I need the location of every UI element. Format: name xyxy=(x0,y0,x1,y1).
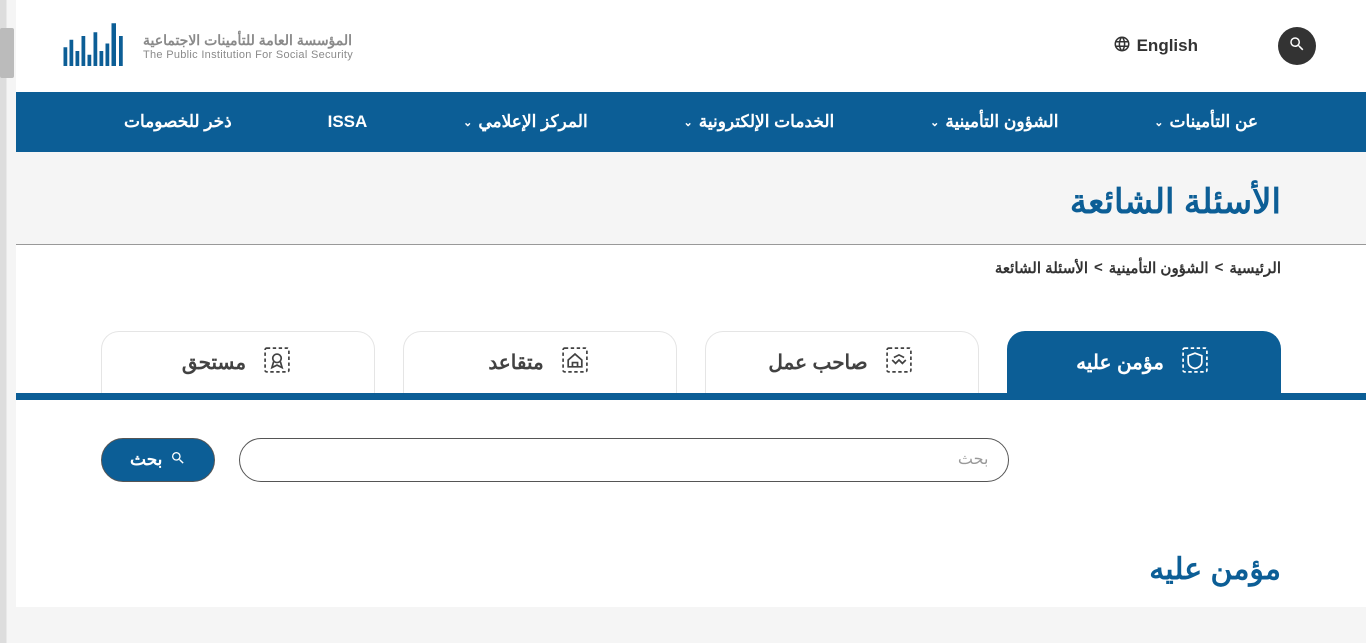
chevron-down-icon: ⌄ xyxy=(930,116,939,129)
house-icon xyxy=(558,343,592,383)
faq-search-input[interactable] xyxy=(239,438,1009,482)
tab-label: مؤمن عليه xyxy=(1076,350,1164,375)
category-tabs: مؤمن عليه صاحب عمل متقاعد xyxy=(16,301,1366,400)
breadcrumb-row: الرئيسية > الشؤون التأمينية > الأسئلة ال… xyxy=(16,244,1366,301)
nav-label: المركز الإعلامي xyxy=(478,112,587,132)
breadcrumb-separator: > xyxy=(1094,259,1103,277)
site-logo[interactable]: المؤسسة العامة للتأمينات الاجتماعية The … xyxy=(56,16,353,76)
nav-label: الخدمات الإلكترونية xyxy=(699,112,835,132)
main-navigation: عن التأمينات ⌄ الشؤون التأمينية ⌄ الخدما… xyxy=(16,92,1366,152)
breadcrumb-current: الأسئلة الشائعة xyxy=(995,259,1088,277)
shield-icon xyxy=(1178,343,1212,383)
faq-search-button[interactable]: بحث xyxy=(101,438,215,482)
header-search-button[interactable] xyxy=(1278,27,1316,65)
language-label: English xyxy=(1137,36,1198,56)
globe-icon xyxy=(1113,35,1131,58)
tab-label: مستحق xyxy=(182,350,246,375)
section-row: مؤمن عليه xyxy=(16,532,1366,607)
handshake-icon xyxy=(882,343,916,383)
chevron-down-icon: ⌄ xyxy=(684,116,693,129)
nav-insurance-affairs[interactable]: الشؤون التأمينية ⌄ xyxy=(930,112,1058,132)
chevron-down-icon: ⌄ xyxy=(1154,116,1163,129)
tab-label: متقاعد xyxy=(488,350,543,375)
nav-discounts[interactable]: ذخر للخصومات xyxy=(124,112,232,132)
breadcrumb-affairs[interactable]: الشؤون التأمينية xyxy=(1109,259,1209,277)
tab-employer[interactable]: صاحب عمل xyxy=(705,331,979,393)
search-icon xyxy=(1288,35,1306,58)
breadcrumb: الرئيسية > الشؤون التأمينية > الأسئلة ال… xyxy=(101,259,1281,277)
logo-text: المؤسسة العامة للتأمينات الاجتماعية The … xyxy=(143,32,353,61)
nav-label: عن التأمينات xyxy=(1170,112,1259,132)
tab-insured[interactable]: مؤمن عليه xyxy=(1007,331,1281,393)
chevron-down-icon: ⌄ xyxy=(463,116,472,129)
tab-label: صاحب عمل xyxy=(768,350,867,375)
search-icon xyxy=(170,450,186,471)
nav-label: ذخر للخصومات xyxy=(124,112,232,132)
breadcrumb-home[interactable]: الرئيسية xyxy=(1229,259,1281,277)
header-top: المؤسسة العامة للتأمينات الاجتماعية The … xyxy=(16,0,1366,92)
logo-mark-icon xyxy=(56,16,131,76)
nav-eservices[interactable]: الخدمات الإلكترونية ⌄ xyxy=(684,112,835,132)
logo-title-ar: المؤسسة العامة للتأمينات الاجتماعية xyxy=(143,32,353,49)
badge-icon xyxy=(260,343,294,383)
breadcrumb-separator: > xyxy=(1215,259,1224,277)
search-button-label: بحث xyxy=(130,450,162,470)
nav-issa[interactable]: ISSA xyxy=(328,112,368,132)
nav-label: الشؤون التأمينية xyxy=(945,112,1058,132)
logo-title-en: The Public Institution For Social Securi… xyxy=(143,49,353,61)
tab-retired[interactable]: متقاعد xyxy=(403,331,677,393)
nav-about-insurance[interactable]: عن التأمينات ⌄ xyxy=(1154,112,1258,132)
section-title: مؤمن عليه xyxy=(101,552,1281,587)
page-title: الأسئلة الشائعة xyxy=(101,182,1281,222)
page-title-row: الأسئلة الشائعة xyxy=(16,152,1366,244)
tab-beneficiary[interactable]: مستحق xyxy=(101,331,375,393)
scrollbar[interactable] xyxy=(0,0,16,643)
nav-label: ISSA xyxy=(328,112,368,132)
faq-search-row: بحث xyxy=(16,400,1366,532)
nav-media-center[interactable]: المركز الإعلامي ⌄ xyxy=(463,112,588,132)
language-switch[interactable]: English xyxy=(1113,35,1198,58)
